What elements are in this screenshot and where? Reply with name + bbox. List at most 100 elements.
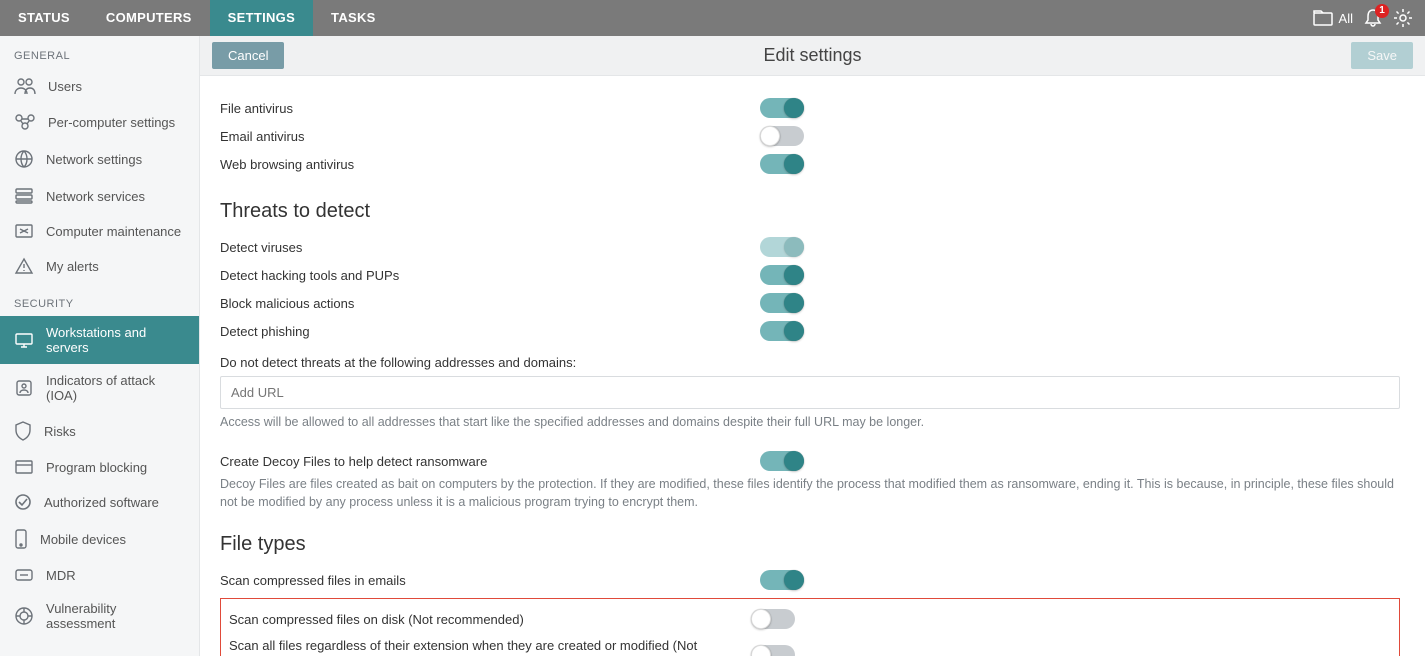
sidebar-item-authorized-software[interactable]: Authorized software [0, 484, 199, 520]
page-title: Edit settings [763, 45, 861, 66]
row-block-malicious: Block malicious actions [220, 289, 1400, 317]
mobile-icon [14, 529, 28, 549]
toggle-decoy[interactable] [760, 451, 804, 471]
row-decoy: Create Decoy Files to help detect ransom… [220, 447, 1400, 475]
scope-selector[interactable]: All [1313, 10, 1353, 26]
row-scan-all: Scan all files regardless of their exten… [229, 633, 1391, 656]
label-decoy: Create Decoy Files to help detect ransom… [220, 454, 760, 469]
label-detect-phishing: Detect phishing [220, 324, 760, 339]
notification-badge: 1 [1375, 4, 1389, 18]
whitelist-hint: Access will be allowed to all addresses … [220, 413, 1400, 431]
label-scan-emails: Scan compressed files in emails [220, 573, 760, 588]
vuln-icon [14, 606, 34, 626]
toggle-file-antivirus[interactable] [760, 98, 804, 118]
label-detect-hacking: Detect hacking tools and PUPs [220, 268, 760, 283]
alert-icon [14, 257, 34, 275]
shield-icon [14, 421, 32, 441]
label-scan-all: Scan all files regardless of their exten… [229, 637, 751, 656]
sidebar-item-label: My alerts [46, 259, 99, 274]
users-icon [14, 77, 36, 95]
row-scan-disk: Scan compressed files on disk (Not recom… [229, 605, 1391, 633]
sidebar-item-risks[interactable]: Risks [0, 412, 199, 450]
folder-icon [1313, 10, 1333, 26]
sidebar-item-label: Authorized software [44, 495, 159, 510]
sidebar-item-my-alerts[interactable]: My alerts [0, 248, 199, 284]
top-nav: STATUS COMPUTERS SETTINGS TASKS All 1 [0, 0, 1425, 36]
toggle-detect-hacking[interactable] [760, 265, 804, 285]
tab-tasks[interactable]: TASKS [313, 0, 394, 36]
save-button[interactable]: Save [1351, 42, 1413, 69]
heading-filetypes: File types [220, 533, 1400, 556]
row-web-antivirus: Web browsing antivirus [220, 150, 1400, 178]
cancel-button[interactable]: Cancel [212, 42, 284, 69]
row-detect-viruses: Detect viruses [220, 233, 1400, 261]
sidebar-section-security: SECURITY [0, 284, 199, 316]
sidebar-item-label: MDR [46, 568, 76, 583]
heading-threats: Threats to detect [220, 200, 1400, 223]
sidebar-item-label: Program blocking [46, 460, 147, 475]
label-whitelist: Do not detect threats at the following a… [220, 355, 1400, 370]
notifications-button[interactable]: 1 [1363, 8, 1383, 28]
row-email-antivirus: Email antivirus [220, 122, 1400, 150]
sidebar-item-label: Workstations and servers [46, 325, 185, 355]
sidebar-item-maintenance[interactable]: Computer maintenance [0, 214, 199, 248]
page-header: Cancel Edit settings Save [200, 36, 1425, 76]
sidebar-item-users[interactable]: Users [0, 68, 199, 104]
toggle-scan-disk[interactable] [751, 609, 795, 629]
sidebar-item-label: Computer maintenance [46, 224, 181, 239]
label-email-antivirus: Email antivirus [220, 129, 760, 144]
whitelist-url-input[interactable] [220, 376, 1400, 409]
toggle-web-antivirus[interactable] [760, 154, 804, 174]
toggle-detect-viruses [760, 237, 804, 257]
settings-gear-button[interactable] [1393, 8, 1413, 28]
sidebar-item-label: Users [48, 79, 82, 94]
servers-icon [14, 187, 34, 205]
sidebar-item-mobile-devices[interactable]: Mobile devices [0, 520, 199, 558]
label-detect-viruses: Detect viruses [220, 240, 760, 255]
toggle-email-antivirus[interactable] [760, 126, 804, 146]
maintenance-icon [14, 223, 34, 239]
highlighted-options: Scan compressed files on disk (Not recom… [220, 598, 1400, 656]
sidebar-section-general: GENERAL [0, 36, 199, 68]
label-block-malicious: Block malicious actions [220, 296, 760, 311]
tab-status[interactable]: STATUS [0, 0, 88, 36]
sidebar-item-workstations-servers[interactable]: Workstations and servers [0, 316, 199, 364]
sidebar-item-label: Vulnerability assessment [46, 601, 185, 631]
toggle-scan-emails[interactable] [760, 570, 804, 590]
tab-computers[interactable]: COMPUTERS [88, 0, 210, 36]
settings-content: File antivirus Email antivirus Web brows… [200, 76, 1425, 656]
sidebar-item-label: Network services [46, 189, 145, 204]
toggle-block-malicious[interactable] [760, 293, 804, 313]
toggle-scan-all[interactable] [751, 645, 795, 656]
sidebar-item-label: Risks [44, 424, 76, 439]
scope-label: All [1339, 11, 1353, 26]
globe-icon [14, 149, 34, 169]
sidebar-item-label: Per-computer settings [48, 115, 175, 130]
percomputer-icon [14, 113, 36, 131]
sidebar-item-network-services[interactable]: Network services [0, 178, 199, 214]
sidebar-item-percomputer[interactable]: Per-computer settings [0, 104, 199, 140]
sidebar-item-mdr[interactable]: MDR [0, 558, 199, 592]
gear-icon [1393, 8, 1413, 28]
label-file-antivirus: File antivirus [220, 101, 760, 116]
label-scan-disk: Scan compressed files on disk (Not recom… [229, 612, 751, 627]
sidebar-item-label: Mobile devices [40, 532, 126, 547]
sidebar-item-program-blocking[interactable]: Program blocking [0, 450, 199, 484]
tab-settings[interactable]: SETTINGS [210, 0, 313, 36]
row-file-antivirus: File antivirus [220, 94, 1400, 122]
label-web-antivirus: Web browsing antivirus [220, 157, 760, 172]
toggle-detect-phishing[interactable] [760, 321, 804, 341]
row-detect-hacking: Detect hacking tools and PUPs [220, 261, 1400, 289]
block-icon [14, 459, 34, 475]
sidebar-item-vuln-assessment[interactable]: Vulnerability assessment [0, 592, 199, 640]
sidebar-item-label: Indicators of attack (IOA) [46, 373, 185, 403]
check-icon [14, 493, 32, 511]
sidebar-item-ioa[interactable]: Indicators of attack (IOA) [0, 364, 199, 412]
sidebar: GENERAL Users Per-computer settings Netw… [0, 36, 200, 656]
monitor-icon [14, 332, 34, 348]
mdr-icon [14, 567, 34, 583]
sidebar-item-label: Network settings [46, 152, 142, 167]
row-scan-emails: Scan compressed files in emails [220, 566, 1400, 594]
ioa-icon [14, 379, 34, 397]
sidebar-item-network-settings[interactable]: Network settings [0, 140, 199, 178]
